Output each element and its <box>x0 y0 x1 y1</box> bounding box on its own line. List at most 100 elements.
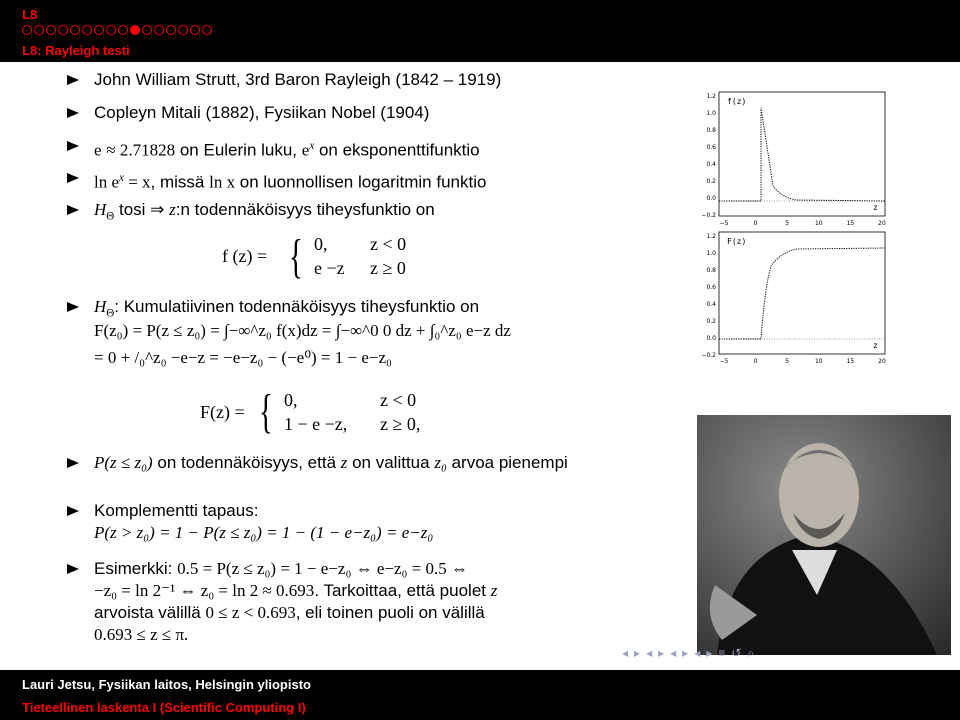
progress-dot[interactable] <box>166 25 176 35</box>
bullet-hypothesis: HΘ tosi ⇒ z:n todennäköisyys tiheysfunkt… <box>62 199 714 227</box>
progress-dot[interactable] <box>94 25 104 35</box>
tick-label: 0.6 <box>706 284 716 291</box>
progress-dot[interactable] <box>190 25 200 35</box>
tick-label: 0.0 <box>706 195 716 202</box>
progress-dot[interactable] <box>178 25 188 35</box>
math-H: H <box>94 200 107 219</box>
cdf-label: F(z) <box>727 237 746 246</box>
nav-icon[interactable]: ◂ <box>622 646 628 661</box>
Fz-case2-cond: z ≥ 0, <box>380 414 421 434</box>
bullet-example: Esimerkki: 0.5 = P(z ≤ z₀) = 1 − e−z₀ ⇔ … <box>62 558 714 646</box>
tick-label: 10 <box>815 220 823 227</box>
nav-icon[interactable]: ▸ <box>706 646 712 661</box>
bullet-text: Esimerkki: <box>94 559 178 578</box>
math-lnx: ln x <box>209 172 236 192</box>
progress-dot[interactable] <box>34 25 44 35</box>
bullet-text: : Kumulatiivinen todennäköisyys tiheysfu… <box>114 297 480 316</box>
tick-label: 1.0 <box>706 110 716 117</box>
tick-label: 0 <box>754 220 758 227</box>
Fz-case2: 1 − e −z, <box>284 414 348 434</box>
complement-equation: P(z > z₀) = 1 − P(z ≤ z₀) = 1 − (1 − e−z… <box>94 523 434 542</box>
bullet-text: Komplementti tapaus: <box>94 501 259 520</box>
pdf-curve <box>719 107 886 202</box>
tick-label: 5 <box>785 220 789 227</box>
bullet-complement: Komplementti tapaus: P(z > z₀) = 1 − P(z… <box>62 500 714 544</box>
math-H: H <box>94 297 107 316</box>
bullet-text: . Tarkoittaa, että puolet <box>314 581 491 600</box>
brace-icon: { <box>289 230 303 283</box>
tick-label: 10 <box>815 358 823 365</box>
bullet-text: tosi ⇒ <box>114 200 170 219</box>
nav-icon[interactable]: ⌕ <box>747 646 754 661</box>
tick-label: 0.2 <box>706 178 716 185</box>
math-e: e <box>94 140 102 160</box>
example-eq-3: 0 ≤ z < 0.693 <box>205 603 296 622</box>
tick-label: 0.4 <box>706 301 716 308</box>
pdf-label: f(z) <box>727 97 746 106</box>
progress-dot[interactable] <box>106 25 116 35</box>
bullet-text: Copleyn Mitali (1882), Fysiikan Nobel (1… <box>94 103 430 122</box>
example-eq-1: 0.5 = P(z ≤ z₀) = 1 − e−z₀ ⇔ e−z₀ = 0.5 … <box>177 559 469 578</box>
slide-footer: Lauri Jetsu, Fysiikan laitos, Helsingin … <box>0 670 960 720</box>
section-title[interactable]: L8 <box>22 7 37 22</box>
cdf-curve <box>719 247 886 340</box>
math-eq: = x <box>123 172 151 192</box>
tick-label: 15 <box>847 358 855 365</box>
progress-dot[interactable] <box>46 25 56 35</box>
pdf-cdf-figures: 1.2 1.0 0.8 0.6 0.4 0.2 0.0 −0.2 −5 0 5 10 15 20 f(z… <box>701 91 886 365</box>
tick-label: 20 <box>878 220 886 227</box>
example-eq-2: −z₀ = ln 2⁻¹ ⇔ z₀ = ln 2 ≈ 0.693 <box>94 581 315 600</box>
pdf-xlabel: z <box>873 203 878 212</box>
Fz-case1: 0, <box>284 390 298 410</box>
Fz-case1-cond: z < 0 <box>380 390 417 410</box>
bullet-text: on eksponenttifunktio <box>314 140 480 160</box>
math-value: ≈ 2.71828 <box>106 140 176 160</box>
nav-controls[interactable]: ◂ ▸ ◂ ▸ ◂ ▸ ◂ ▸ ≡ ↺ ⌕ <box>622 646 754 661</box>
bullet-text: John William Strutt, 3rd Baron Rayleigh … <box>94 70 502 89</box>
progress-dots[interactable] <box>22 25 212 35</box>
nav-icon[interactable]: ≡ <box>718 646 725 661</box>
bullet-ln: ln ex = x, missä ln x on luonnollisen lo… <box>62 167 714 194</box>
Fz-lhs: F(z) = <box>200 402 245 422</box>
nav-icon[interactable]: ▸ <box>658 646 664 661</box>
tick-label: 5 <box>785 358 789 365</box>
tick-label: 0.8 <box>706 267 716 274</box>
progress-dot[interactable] <box>22 25 32 35</box>
progress-dot[interactable] <box>202 25 212 35</box>
tick-label: −0.2 <box>701 352 716 359</box>
footer-course[interactable]: Tieteellinen laskenta I (Scientific Comp… <box>22 700 306 715</box>
tick-label: 1.2 <box>706 93 716 100</box>
fz-case2-cond: z ≥ 0 <box>370 258 406 278</box>
subsection-title[interactable]: L8: Rayleigh testi <box>22 43 130 58</box>
footer-author[interactable]: Lauri Jetsu, Fysiikan laitos, Helsingin … <box>22 677 311 692</box>
brace-icon: { <box>259 385 273 438</box>
progress-dot[interactable] <box>118 25 128 35</box>
tick-label: −0.2 <box>701 212 716 219</box>
cdf-plot: 1.2 1.0 0.8 0.6 0.4 0.2 0.0 −0.2 −5 0 5 10 15 20 F(z… <box>701 231 886 365</box>
progress-dot[interactable] <box>130 25 140 35</box>
tick-label: −5 <box>720 220 729 227</box>
tick-label: 0.2 <box>706 318 716 325</box>
bullet-text: arvoista välillä <box>94 603 206 622</box>
bullet-text: on luonnollisen logaritmin funktio <box>235 172 487 192</box>
progress-dot[interactable] <box>82 25 92 35</box>
nav-icon[interactable]: ◂ <box>646 646 652 661</box>
progress-dot[interactable] <box>142 25 152 35</box>
fz-case1-cond: z < 0 <box>370 234 407 254</box>
tick-label: 15 <box>847 220 855 227</box>
progress-dot[interactable] <box>70 25 80 35</box>
nav-icon[interactable]: ↺ <box>731 646 741 661</box>
tick-label: 1.0 <box>706 250 716 257</box>
bullet-rayleigh: John William Strutt, 3rd Baron Rayleigh … <box>62 69 714 91</box>
slide-header: L8 L8: Rayleigh testi <box>0 0 960 62</box>
nav-icon[interactable]: ◂ <box>694 646 700 661</box>
nav-icon[interactable]: ◂ <box>670 646 676 661</box>
progress-dot[interactable] <box>58 25 68 35</box>
bullet-euler: e ≈ 2.71828 on Eulerin luku, ex on ekspo… <box>62 135 714 162</box>
pdf-plot: 1.2 1.0 0.8 0.6 0.4 0.2 0.0 −0.2 −5 0 5 10 15 20 f(z… <box>701 91 886 227</box>
progress-dot[interactable] <box>154 25 164 35</box>
nav-icon[interactable]: ▸ <box>634 646 640 661</box>
bullet-text: arvoa pienempi <box>446 453 568 472</box>
nav-icon[interactable]: ▸ <box>682 646 688 661</box>
example-eq-4: 0.693 ≤ z ≤ π. <box>94 625 189 644</box>
